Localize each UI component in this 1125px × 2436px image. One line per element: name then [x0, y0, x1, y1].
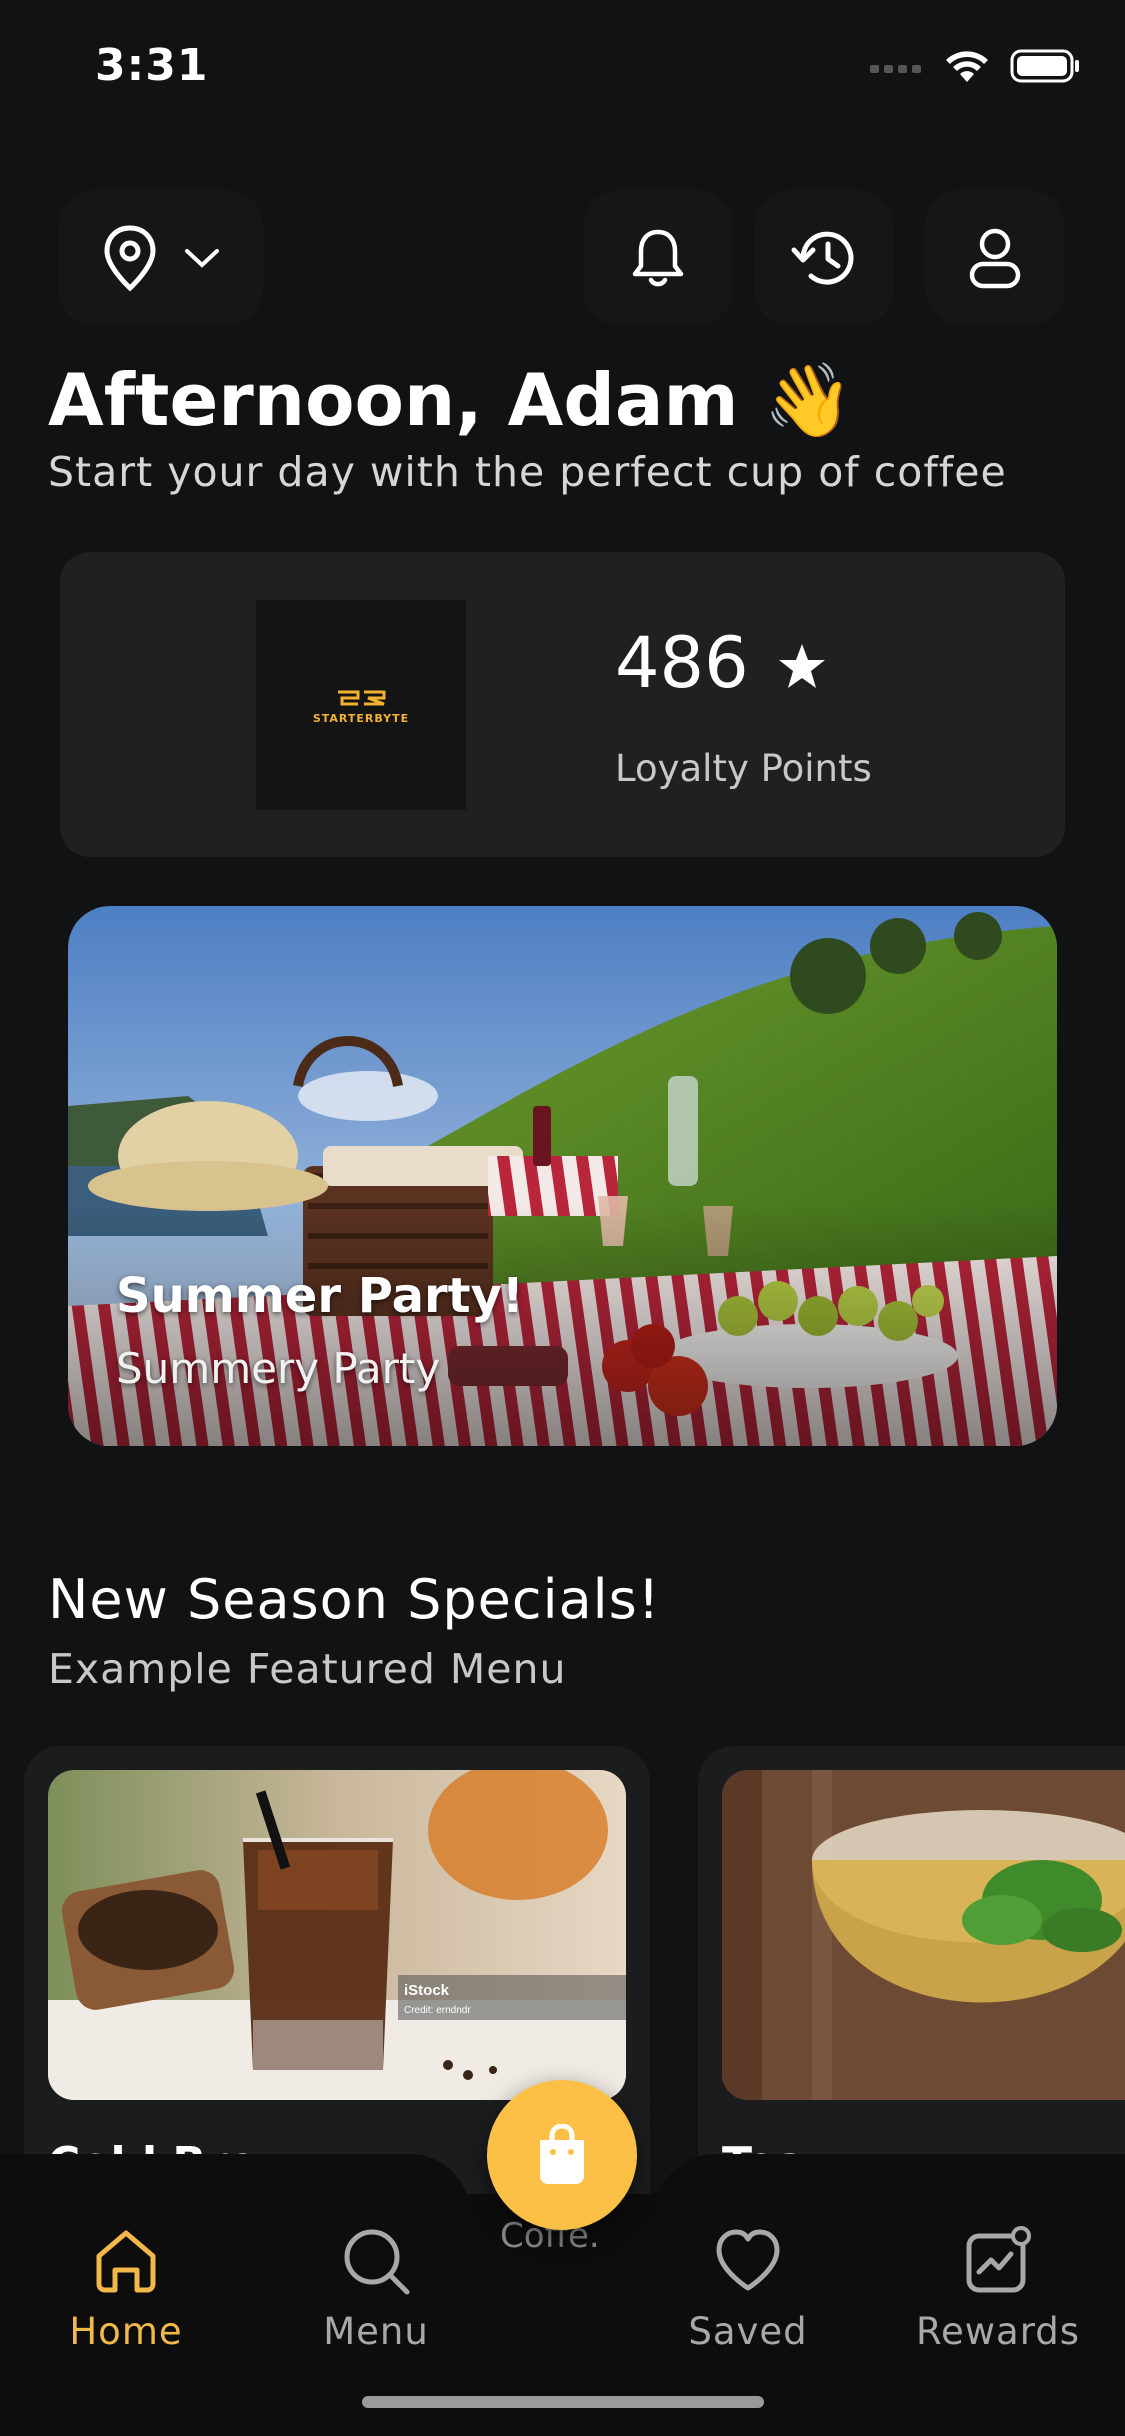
- heart-icon: [716, 2229, 780, 2291]
- promo-title: Summer Party!: [116, 1268, 524, 1324]
- cold-brew-image: iStock Credit: erndndr: [48, 1770, 626, 2100]
- promo-banner[interactable]: Summer Party! Summery Party: [68, 906, 1057, 1446]
- search-icon: [344, 2229, 410, 2295]
- profile-button[interactable]: [925, 190, 1065, 325]
- shopping-bag-icon: [540, 2124, 584, 2184]
- nav-saved-label: Saved: [688, 2310, 808, 2353]
- bell-icon: [632, 229, 684, 286]
- brand-logo: STARTERBYTE: [256, 600, 466, 810]
- nav-menu[interactable]: Menu: [276, 2226, 476, 2353]
- home-indicator: [362, 2396, 764, 2408]
- nav-home-label: Home: [69, 2310, 183, 2353]
- watermark-credit: Credit: erndndr: [404, 2005, 471, 2016]
- nav-rewards-label: Rewards: [915, 2310, 1081, 2353]
- rewards-chart-icon: [966, 2226, 1031, 2293]
- nav-saved[interactable]: Saved: [648, 2226, 848, 2353]
- history-icon: [791, 231, 854, 285]
- location-selector-button[interactable]: [58, 190, 263, 325]
- brand-logo-text: STARTERBYTE: [312, 712, 410, 725]
- home-icon: [96, 2230, 156, 2293]
- watermark-text: iStock: [404, 1982, 450, 1999]
- battery-icon: [1010, 49, 1079, 83]
- brand-logo-mark: [338, 690, 386, 706]
- status-time: 3:31: [95, 40, 209, 91]
- tea-image: [722, 1770, 1125, 2100]
- section-subtitle: Example Featured Menu: [48, 1645, 567, 1693]
- promo-subtitle: Summery Party: [116, 1344, 441, 1393]
- greeting-title: Afternoon, Adam 👋: [48, 358, 854, 442]
- location-pin-icon: [103, 224, 156, 291]
- order-history-button[interactable]: [754, 190, 894, 325]
- section-title: New Season Specials!: [48, 1568, 661, 1631]
- loyalty-points-label: Loyalty Points: [615, 747, 872, 790]
- user-icon: [969, 228, 1021, 288]
- status-bar: 3:31: [0, 0, 1125, 140]
- loyalty-points-value: 486: [615, 622, 749, 704]
- loyalty-card[interactable]: STARTERBYTE 486 Loyalty Points: [60, 552, 1065, 857]
- greeting-subtitle: Start your day with the perfect cup of c…: [48, 448, 1007, 496]
- star-icon: [779, 644, 825, 688]
- product-image: [722, 1770, 1125, 2100]
- nav-menu-label: Menu: [323, 2310, 429, 2353]
- product-image: iStock Credit: erndndr: [48, 1770, 626, 2100]
- signal-icon: [870, 65, 921, 73]
- chevron-down-icon: [184, 248, 219, 268]
- nav-rewards[interactable]: Rewards: [898, 2226, 1098, 2353]
- notifications-button[interactable]: [583, 190, 733, 325]
- cart-button[interactable]: [487, 2080, 637, 2230]
- wifi-icon: [946, 51, 988, 82]
- nav-home[interactable]: Home: [26, 2226, 226, 2353]
- status-icons: [870, 48, 1080, 84]
